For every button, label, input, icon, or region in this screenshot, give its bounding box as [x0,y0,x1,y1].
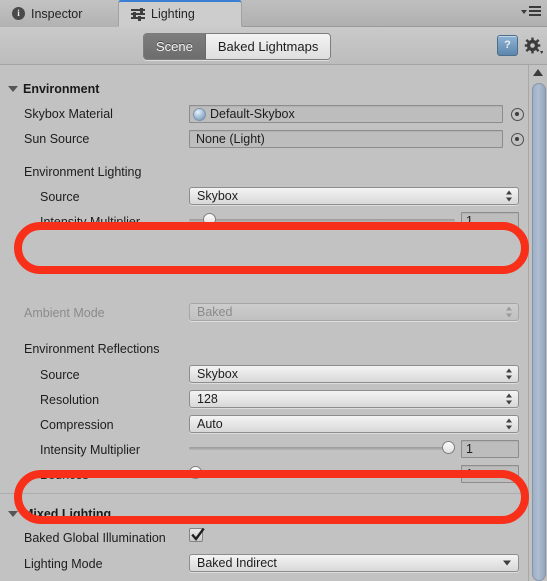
section-mixed-lighting-label: Mixed Lighting [23,507,112,521]
tab-lighting-label: Lighting [151,7,195,21]
tab-scene[interactable]: Scene [144,34,206,59]
view-mode-segmented-control[interactable]: Scene Baked Lightmaps [143,33,332,60]
section-environment-header[interactable]: Environment [0,77,535,101]
tab-inspector-label: Inspector [31,6,83,21]
sun-source-field[interactable]: None (Light) [189,130,503,148]
vertical-scrollbar[interactable] [528,65,547,581]
panel-menu-icon[interactable] [521,6,541,18]
foldout-triangle-icon [8,86,18,92]
section-divider [0,493,535,494]
reflection-resolution-value: 128 [197,392,218,406]
group-environment-lighting-label: Environment Lighting [24,165,142,179]
skybox-material-field[interactable]: Default-Skybox [189,105,503,123]
scrollbar-thumb[interactable] [532,83,546,581]
env-lighting-source-value: Skybox [197,189,238,203]
slider-track [189,219,455,222]
updown-arrows-icon [506,368,513,381]
lighting-window: i Inspector Lighting Scene Baked Lightma… [0,0,547,581]
reflection-intensity-multiplier-value[interactable]: 1 [461,440,519,458]
section-environment-label: Environment [23,82,100,96]
env-lighting-source-dropdown[interactable]: Skybox [189,187,519,205]
env-intensity-multiplier-value[interactable]: 1 [461,212,519,230]
sun-source-object-picker-icon[interactable] [511,133,524,146]
lighting-settings-panel: Environment Skybox Material Default-Skyb… [0,65,535,581]
bounces-label: Bounces [40,468,89,482]
lighting-toolbar: Scene Baked Lightmaps ? [0,27,547,65]
section-mixed-lighting-header[interactable]: Mixed Lighting [0,502,535,526]
updown-arrows-icon [506,306,513,319]
reflection-source-dropdown[interactable]: Skybox [189,365,519,383]
field-row-baked-gi: Baked Global Illumination [0,526,535,550]
foldout-triangle-icon [8,511,18,517]
checkmark-icon [191,528,205,541]
info-icon: i [12,7,25,20]
updown-arrows-icon [506,190,513,203]
slider-knob[interactable] [442,441,455,454]
reflection-intensity-multiplier-slider[interactable] [189,441,455,455]
updown-arrows-icon [506,418,513,431]
sun-source-value: None (Light) [196,132,265,146]
reflection-resolution-dropdown[interactable]: 128 [189,390,519,408]
env-intensity-multiplier-label: Intensity Multiplier [40,215,141,229]
updown-arrows-icon [506,393,513,406]
skybox-material-label: Skybox Material [24,107,113,121]
skybox-material-object-picker-icon[interactable] [511,108,524,121]
env-intensity-multiplier-slider[interactable] [189,213,455,227]
window-tab-bar: i Inspector Lighting [0,0,547,27]
slider-track [189,472,455,475]
tab-inspector[interactable]: i Inspector [0,0,118,27]
ambient-mode-label: Ambient Mode [24,306,105,320]
chevron-down-icon [521,10,527,14]
sliders-icon [131,7,145,21]
skybox-material-value: Default-Skybox [210,107,295,121]
lighting-mode-dropdown[interactable]: Baked Indirect [189,554,519,572]
group-environment-reflections-label: Environment Reflections [24,342,160,356]
scroll-up-arrow-icon[interactable] [533,69,543,76]
tab-lighting[interactable]: Lighting [118,0,242,27]
reflection-intensity-multiplier-label: Intensity Multiplier [40,443,141,457]
reflection-source-value: Skybox [197,367,238,381]
gear-icon[interactable] [524,36,544,55]
tab-baked-lightmaps[interactable]: Baked Lightmaps [205,34,331,59]
ambient-mode-value: Baked [197,305,233,319]
bounces-slider[interactable] [189,466,455,480]
material-sphere-icon [193,107,206,121]
ambient-mode-dropdown: Baked [189,303,519,321]
lighting-mode-value: Baked Indirect [197,556,277,570]
sun-source-label: Sun Source [24,132,90,146]
reflection-compression-dropdown[interactable]: Auto [189,415,519,433]
reflection-source-label: Source [40,368,80,382]
toolbar-right-actions: ? [497,35,544,56]
baked-gi-label: Baked Global Illumination [24,531,166,545]
help-book-icon[interactable]: ? [497,35,518,56]
lighting-mode-label: Lighting Mode [24,557,103,571]
reflection-compression-label: Compression [40,418,114,432]
reflection-compression-value: Auto [197,417,223,431]
baked-gi-checkbox[interactable] [189,528,205,542]
slider-track [189,447,455,450]
slider-knob[interactable] [203,213,216,226]
slider-knob[interactable] [189,466,202,479]
hamburger-icon [529,6,541,18]
bounces-value[interactable]: 1 [461,465,519,483]
chevron-down-icon [503,560,511,566]
reflection-resolution-label: Resolution [40,393,100,407]
env-lighting-source-label: Source [40,190,80,204]
